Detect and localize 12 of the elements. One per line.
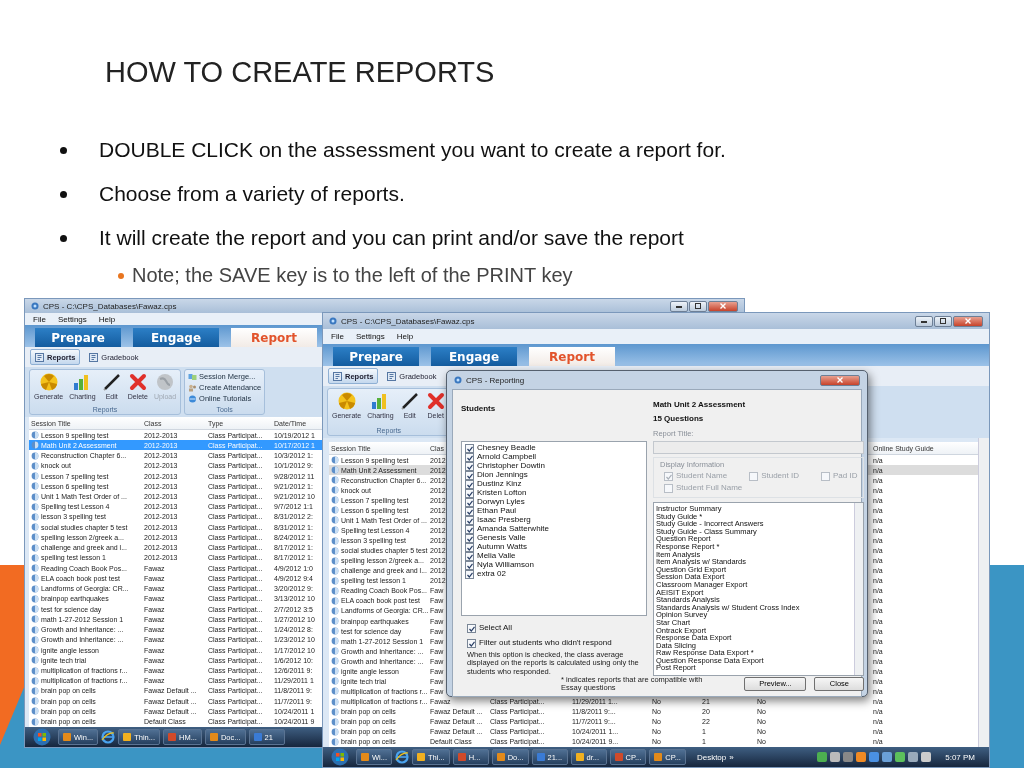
bullet-text: DOUBLE CLICK on the assessment you want to create a report for.: [99, 138, 726, 162]
window-title: CPS - C:\CPS_Databases\Fawaz.cps: [43, 301, 177, 311]
slide-title: HOW TO CREATE REPORTS: [105, 56, 496, 89]
section-heading: Students: [461, 404, 497, 413]
bullet-text: Choose from a variety of reports.: [99, 182, 405, 206]
dialog-title: CPS - Reporting: [466, 375, 525, 385]
clock: 5:07 PM: [945, 752, 975, 762]
bullet-text: Note; the SAVE key is to the left of the PRINT key: [132, 264, 573, 287]
window-title: CPS - C:\CPS_Databases\Fawaz.cps: [341, 316, 475, 326]
question-count: 15 Questions: [653, 414, 705, 423]
assessment-name: Math Unit 2 Assessment: [653, 400, 747, 409]
bullet-text: It will create the report and you can print and/or save the report: [99, 226, 684, 250]
